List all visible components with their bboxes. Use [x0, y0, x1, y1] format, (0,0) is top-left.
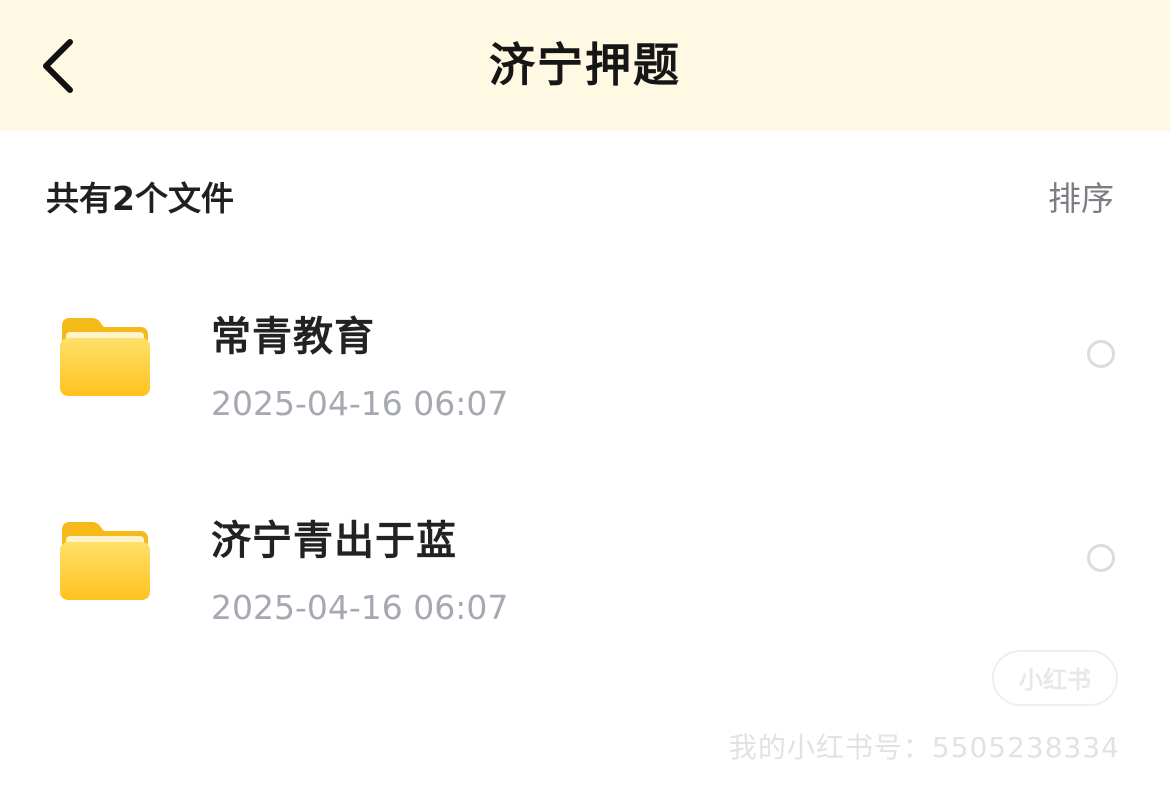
folder-icon: [60, 522, 150, 600]
watermark-logo: 小红书: [992, 650, 1118, 706]
file-date: 2025-04-16 06:07: [211, 384, 509, 423]
file-row-1[interactable]: 济宁青出于蓝 2025-04-16 06:07: [0, 470, 1170, 660]
watermark-text: 我的小红书号：5505238334: [728, 731, 1120, 764]
sort-button[interactable]: 排序: [1048, 172, 1114, 220]
file-name: 常青教育: [211, 314, 375, 360]
back-button[interactable]: [26, 30, 90, 102]
file-date: 2025-04-16 06:07: [211, 588, 509, 627]
folder-icon: [60, 318, 150, 396]
page-title: 济宁押题: [489, 38, 681, 92]
header-bar: 济宁押题: [0, 0, 1170, 131]
select-radio[interactable]: [1087, 544, 1115, 572]
file-row-0[interactable]: 常青教育 2025-04-16 06:07: [0, 266, 1170, 456]
file-name: 济宁青出于蓝: [211, 518, 457, 564]
select-radio[interactable]: [1087, 340, 1115, 368]
chevron-left-icon: [43, 39, 73, 93]
file-count-label: 共有2个文件: [46, 179, 234, 218]
